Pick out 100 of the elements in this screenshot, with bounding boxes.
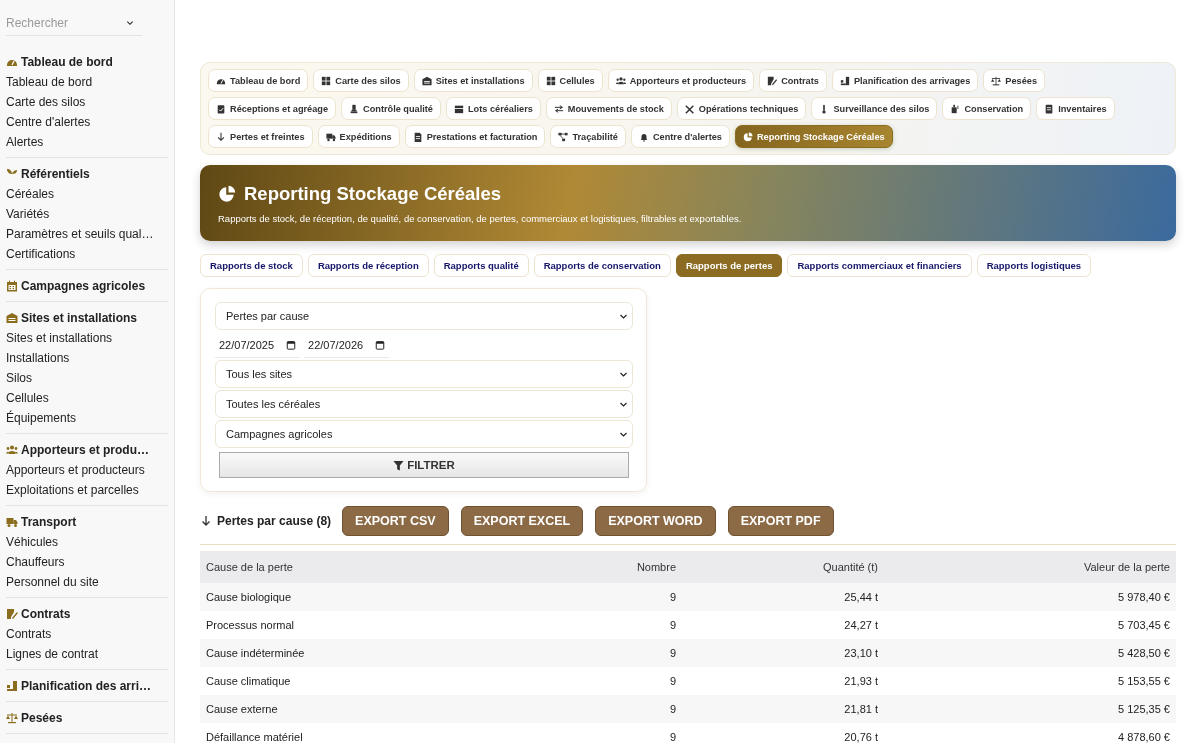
caret-icon xyxy=(126,19,134,27)
date-field[interactable]: 22/07/2025 xyxy=(215,332,301,358)
pie-chart-icon xyxy=(218,185,236,203)
document-icon xyxy=(412,131,423,142)
users-icon xyxy=(615,75,626,86)
sidebar-item[interactable]: Certifications xyxy=(6,244,168,264)
module-tab[interactable]: Surveillance des silos xyxy=(811,97,938,120)
sidebar-item[interactable]: Carte des silos xyxy=(6,92,168,112)
export-button[interactable]: EXPORT PDF xyxy=(727,506,834,536)
table-cell: 9 xyxy=(530,639,682,667)
report-tab[interactable]: Rapports commerciaux et financiers xyxy=(787,254,972,277)
column-header: Valeur de la perte xyxy=(884,551,1176,583)
arrow-down-icon xyxy=(200,515,212,527)
scale-icon xyxy=(991,75,1002,86)
report-tab[interactable]: Rapports de conservation xyxy=(533,254,671,277)
section-title[interactable]: Tableau de bord xyxy=(21,55,113,69)
module-tab[interactable]: Contrats xyxy=(759,69,827,92)
report-tab[interactable]: Rapports logistiques xyxy=(976,254,1092,277)
grid-icon xyxy=(545,75,556,86)
module-tab[interactable]: Pertes et freintes xyxy=(208,125,313,148)
export-button[interactable]: EXPORT WORD xyxy=(595,506,716,536)
module-tab[interactable]: Mouvements de stock xyxy=(545,97,672,120)
sidebar-item[interactable]: Cellules xyxy=(6,388,168,408)
module-tab[interactable]: Conservation xyxy=(942,97,1032,120)
export-button[interactable]: EXPORT CSV xyxy=(342,506,449,536)
section-title[interactable]: Planification des arri… xyxy=(21,679,152,693)
section-title[interactable]: Pesées xyxy=(21,711,63,725)
search-field[interactable]: Rechercher xyxy=(6,16,126,30)
module-tab[interactable]: Lots céréaliers xyxy=(446,97,541,120)
table-cell: 5 125,35 € xyxy=(884,695,1176,723)
arrows-icon xyxy=(553,103,564,114)
module-tab[interactable]: Expéditions xyxy=(317,125,400,148)
module-tab[interactable]: Reporting Stockage Céréales xyxy=(734,125,893,148)
site-select[interactable]: Tous les sites xyxy=(215,360,633,388)
table-cell: Cause climatique xyxy=(200,667,530,695)
section-title[interactable]: Sites et installations xyxy=(21,311,138,325)
sidebar-item[interactable]: Paramètres et seuils qual… xyxy=(6,224,168,244)
sidebar-item[interactable]: Exploitations et parcelles xyxy=(6,480,168,500)
module-tab[interactable]: Tableau de bord xyxy=(208,69,309,92)
sidebar-item[interactable]: Apporteurs et producteurs xyxy=(6,460,168,480)
calendar-icon xyxy=(375,339,386,350)
section-title[interactable]: Transport xyxy=(21,515,77,529)
section-title[interactable]: Apporteurs et produ… xyxy=(21,443,149,457)
sidebar-item[interactable]: Équipements xyxy=(6,408,168,428)
page-subtitle: Rapports de stock, de réception, de qualité, de conservation, de pertes, commerciaux et logistiques, filtrables et exportables. xyxy=(218,213,743,224)
results-title: Pertes par cause (8) xyxy=(217,514,332,528)
table-cell: 5 978,40 € xyxy=(884,583,1176,611)
module-tab[interactable]: Carte des silos xyxy=(313,69,409,92)
sidebar-item[interactable]: Tableau de bord xyxy=(6,72,168,92)
report-tab[interactable]: Rapports de stock xyxy=(200,254,303,277)
table-cell: 23,10 t xyxy=(682,639,884,667)
section-title[interactable]: Contrats xyxy=(21,607,71,621)
table-cell: Processus normal xyxy=(200,611,530,639)
sidebar-item[interactable]: Véhicules xyxy=(6,532,168,552)
table-cell: 21,93 t xyxy=(682,667,884,695)
report-tab[interactable]: Rapports de pertes xyxy=(675,254,783,277)
module-tab[interactable]: Centre d'alertes xyxy=(630,125,730,148)
table-cell: 21,81 t xyxy=(682,695,884,723)
sidebar-item[interactable]: Personnel du site xyxy=(6,572,168,592)
module-tab[interactable]: Cellules xyxy=(537,69,603,92)
sidebar-item[interactable]: Silos xyxy=(6,368,168,388)
campaign-select[interactable]: Campagnes agricoles xyxy=(215,420,633,448)
sidebar-item[interactable]: Chauffeurs xyxy=(6,552,168,572)
section-title[interactable]: Référentiels xyxy=(21,167,90,181)
module-tab[interactable]: Réceptions et agréage xyxy=(208,97,337,120)
module-tab[interactable]: Apporteurs et producteurs xyxy=(607,69,755,92)
section-title[interactable]: Campagnes agricoles xyxy=(21,279,146,293)
users-icon xyxy=(6,444,18,456)
module-tab[interactable]: Traçabilité xyxy=(550,125,626,148)
clipboard-icon xyxy=(216,103,226,114)
table-cell: 5 153,55 € xyxy=(884,667,1176,695)
report-select[interactable]: Pertes par cause xyxy=(215,302,633,330)
sidebar-item[interactable]: Contrats xyxy=(6,624,168,644)
table-cell: 4 878,60 € xyxy=(884,723,1176,743)
sidebar-item[interactable]: Lignes de contrat xyxy=(6,644,168,664)
module-tab[interactable]: Opérations techniques xyxy=(676,97,807,120)
sidebar-item[interactable]: Variétés xyxy=(6,204,168,224)
module-tab[interactable]: Sites et installations xyxy=(413,69,533,92)
module-tab[interactable]: Prestations et facturation xyxy=(404,125,546,148)
sidebar-item[interactable]: Sites et installations xyxy=(6,328,168,348)
module-tab[interactable]: Contrôle qualité xyxy=(341,97,441,120)
sidebar-item[interactable]: Centre d'alertes xyxy=(6,112,168,132)
pie-chart-icon xyxy=(742,131,753,142)
report-tab[interactable]: Rapports de réception xyxy=(307,254,429,277)
report-tab[interactable]: Rapports qualité xyxy=(433,254,529,277)
module-tab[interactable]: Inventaires xyxy=(1036,97,1115,120)
sidebar-item[interactable]: Alertes xyxy=(6,132,168,152)
cereal-select[interactable]: Toutes les céréales xyxy=(215,390,633,418)
filter-button[interactable]: FILTRER xyxy=(219,452,629,478)
sidebar-item[interactable]: Céréales xyxy=(6,184,168,204)
module-tab[interactable]: Planification des arrivages xyxy=(831,69,979,92)
table-cell: 20,76 t xyxy=(682,723,884,743)
table-cell: 9 xyxy=(530,723,682,743)
flask-icon xyxy=(349,103,360,114)
module-tab[interactable]: Pesées xyxy=(983,69,1046,92)
export-button[interactable]: EXPORT EXCEL xyxy=(460,506,584,536)
sidebar-item[interactable]: Installations xyxy=(6,348,168,368)
date-field[interactable]: 22/07/2026 xyxy=(304,332,390,358)
table-cell: 9 xyxy=(530,667,682,695)
table-cell: 9 xyxy=(530,695,682,723)
